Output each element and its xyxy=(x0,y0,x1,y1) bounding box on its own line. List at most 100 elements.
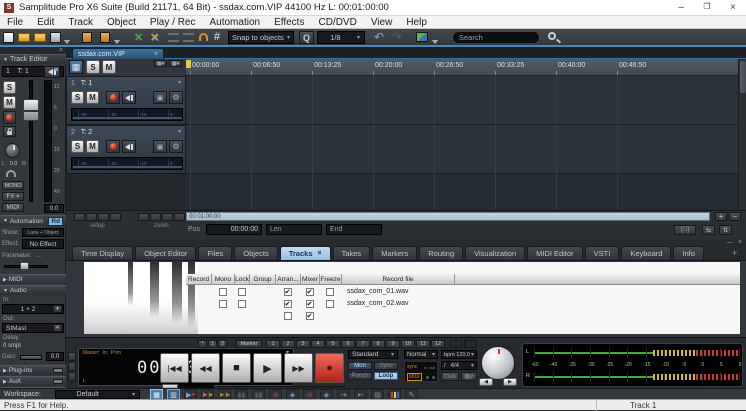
marker-caret-icon[interactable] xyxy=(114,40,120,44)
pan-knob[interactable] xyxy=(5,143,20,158)
menu-item-view[interactable]: View xyxy=(364,17,400,28)
marker-button-12[interactable]: 12 xyxy=(431,340,445,348)
monitor-headphone-icon[interactable] xyxy=(6,170,16,177)
grid-preset-button[interactable] xyxy=(150,213,161,221)
docker-tab-tracks[interactable]: Tracks× xyxy=(280,246,331,261)
grid-preset-button[interactable] xyxy=(74,213,85,221)
checkbox-mono[interactable] xyxy=(219,288,227,296)
track-header-2[interactable]: 2 T: 2 ▾ S M ▣ ⚙ -40-20-100 xyxy=(66,125,186,174)
docker-tab-object-editor[interactable]: Object Editor xyxy=(135,246,196,261)
menu-item-file[interactable]: File xyxy=(0,17,30,28)
audio-in-caret-icon[interactable]: ▾ xyxy=(53,305,62,313)
pos-value-box[interactable]: 00:00:00 xyxy=(206,224,262,235)
track1-monitor-button[interactable] xyxy=(122,91,136,104)
docker-close-icon[interactable]: × xyxy=(738,241,742,245)
docker-tab-info[interactable]: Info xyxy=(673,246,704,261)
track1-output-button[interactable]: ▣ xyxy=(153,91,167,104)
docker-tab-routing[interactable]: Routing xyxy=(419,246,463,261)
checkbox-arran[interactable]: ✔ xyxy=(284,288,292,296)
open-folder-icon[interactable] xyxy=(18,33,30,42)
marker-button-2[interactable]: 2 xyxy=(281,340,295,348)
track2-lane[interactable] xyxy=(186,125,738,174)
quantize-button[interactable]: Q xyxy=(299,31,314,44)
save-icon[interactable] xyxy=(50,32,61,43)
track-lanes[interactable] xyxy=(186,76,738,210)
marker-label-button[interactable]: Marker xyxy=(236,340,262,348)
time-signature-dropdown[interactable]: / 4/4 ▾ xyxy=(441,361,477,370)
track-menu-caret-icon[interactable]: ▾ xyxy=(178,80,181,86)
record-button[interactable]: ● xyxy=(315,353,344,383)
parameter-slider-handle[interactable] xyxy=(20,262,29,270)
checkbox-mono[interactable] xyxy=(219,300,227,308)
all-solo-button[interactable]: S xyxy=(86,60,100,74)
track-editor-header[interactable]: ▼ Track Editor xyxy=(0,54,66,64)
docker-tab-midi-editor[interactable]: MIDI Editor xyxy=(527,246,583,261)
grid-view-icon[interactable]: ▦▾ xyxy=(154,60,167,67)
close-button[interactable]: × xyxy=(720,2,746,13)
docker-tab-vsti[interactable]: VSTI xyxy=(585,246,620,261)
docker-tab-takes[interactable]: Takes xyxy=(333,246,371,261)
docker-tab-markers[interactable]: Markers xyxy=(372,246,417,261)
grid-preset-button[interactable] xyxy=(86,213,97,221)
marker-button-11[interactable]: 11 xyxy=(416,340,430,348)
transport-mini-button-2[interactable] xyxy=(68,362,76,371)
loop-button[interactable]: Loop xyxy=(374,372,398,380)
marker-button-1[interactable]: 1 xyxy=(266,340,280,348)
menu-item-cd-dvd[interactable]: CD/DVD xyxy=(311,17,363,28)
search-icon[interactable] xyxy=(548,32,556,40)
column-header-mixer[interactable]: Mixer xyxy=(301,274,320,285)
column-header-record-file[interactable]: Record file xyxy=(342,274,455,285)
checkbox-lock[interactable] xyxy=(238,288,246,296)
audio-out-dropdown[interactable]: StMast ▾ xyxy=(2,323,64,333)
automation-mode-badge[interactable]: Rd xyxy=(48,217,63,226)
mouse-mode-caret-icon[interactable] xyxy=(432,40,438,44)
mon-button[interactable]: Mon xyxy=(348,362,372,370)
checkbox-mixer[interactable]: ✔ xyxy=(306,312,314,320)
marker-button-6[interactable]: 6 xyxy=(341,340,355,348)
fx-button[interactable]: FX▾ xyxy=(2,192,24,201)
table-row[interactable]: ✔✔ssdax_com_02.wav xyxy=(186,299,740,311)
menu-item-effects[interactable]: Effects xyxy=(267,17,311,28)
audio-section-header[interactable]: ▼ Audio xyxy=(0,285,66,295)
track1-mute-button[interactable]: M xyxy=(86,91,99,104)
midi-button[interactable]: MIDI xyxy=(2,203,24,212)
search-input[interactable]: Search xyxy=(452,31,540,44)
click-button[interactable]: Click xyxy=(441,372,459,381)
midi-section-header[interactable]: ▶ MIDI xyxy=(0,274,66,284)
column-header-record[interactable]: Record xyxy=(186,274,212,285)
track1-record-button[interactable] xyxy=(106,91,120,104)
new-project-icon[interactable] xyxy=(3,32,14,43)
marker-button-3[interactable]: 3 xyxy=(296,340,310,348)
menu-item-automation[interactable]: Automation xyxy=(202,17,267,28)
metronome-settings-button[interactable]: ▦⌀ xyxy=(461,372,477,381)
column-header-mono[interactable]: Mono xyxy=(212,274,235,285)
track-name[interactable]: T: 2 xyxy=(81,129,92,136)
grid-preset-button[interactable] xyxy=(110,213,121,221)
rewind-button[interactable]: ◀◀ xyxy=(191,353,220,383)
docker-tab-time-display[interactable]: Time Display xyxy=(72,246,133,261)
checkbox-arran[interactable]: ✔ xyxy=(284,300,292,308)
automation-header[interactable]: ▼ Automation Rd xyxy=(0,215,66,226)
marker-button-9[interactable]: 9 xyxy=(386,340,400,348)
range-marker2-icon[interactable] xyxy=(100,32,110,43)
mono-button[interactable]: MONO xyxy=(2,181,24,190)
rewind-to-start-button[interactable]: |◀◀ xyxy=(160,353,189,383)
workspace-dropdown[interactable]: Default ▾ xyxy=(55,390,140,399)
sync-button[interactable]: Sync xyxy=(374,362,398,370)
docker-tab-objects[interactable]: Objects xyxy=(234,246,277,261)
redo-icon[interactable]: ↷ xyxy=(392,30,402,44)
solo-button[interactable]: S xyxy=(3,81,16,94)
bpm-dropdown[interactable]: bpm 120.0 ▾ xyxy=(441,350,477,359)
docker-tab-visualization[interactable]: Visualization xyxy=(465,246,525,261)
range-button-*[interactable]: * xyxy=(198,340,207,348)
checkbox-freeze[interactable] xyxy=(326,300,334,308)
show-dropdown[interactable]: Lane + Object xyxy=(22,228,64,237)
menu-item-track[interactable]: Track xyxy=(61,17,100,28)
column-header-arran-[interactable]: Arran... xyxy=(276,274,301,285)
playhead-marker-icon[interactable] xyxy=(186,60,191,68)
table-row[interactable]: ✔✔ssdax_com_01.wav xyxy=(186,287,740,299)
checkbox-arran[interactable] xyxy=(284,312,292,320)
timeline-ruler[interactable]: 00:00:0000:06:5000:13:2500:20:0000:26:50… xyxy=(186,59,738,76)
end-box[interactable]: End xyxy=(326,224,382,235)
checkbox-mixer[interactable]: ✔ xyxy=(306,288,314,296)
